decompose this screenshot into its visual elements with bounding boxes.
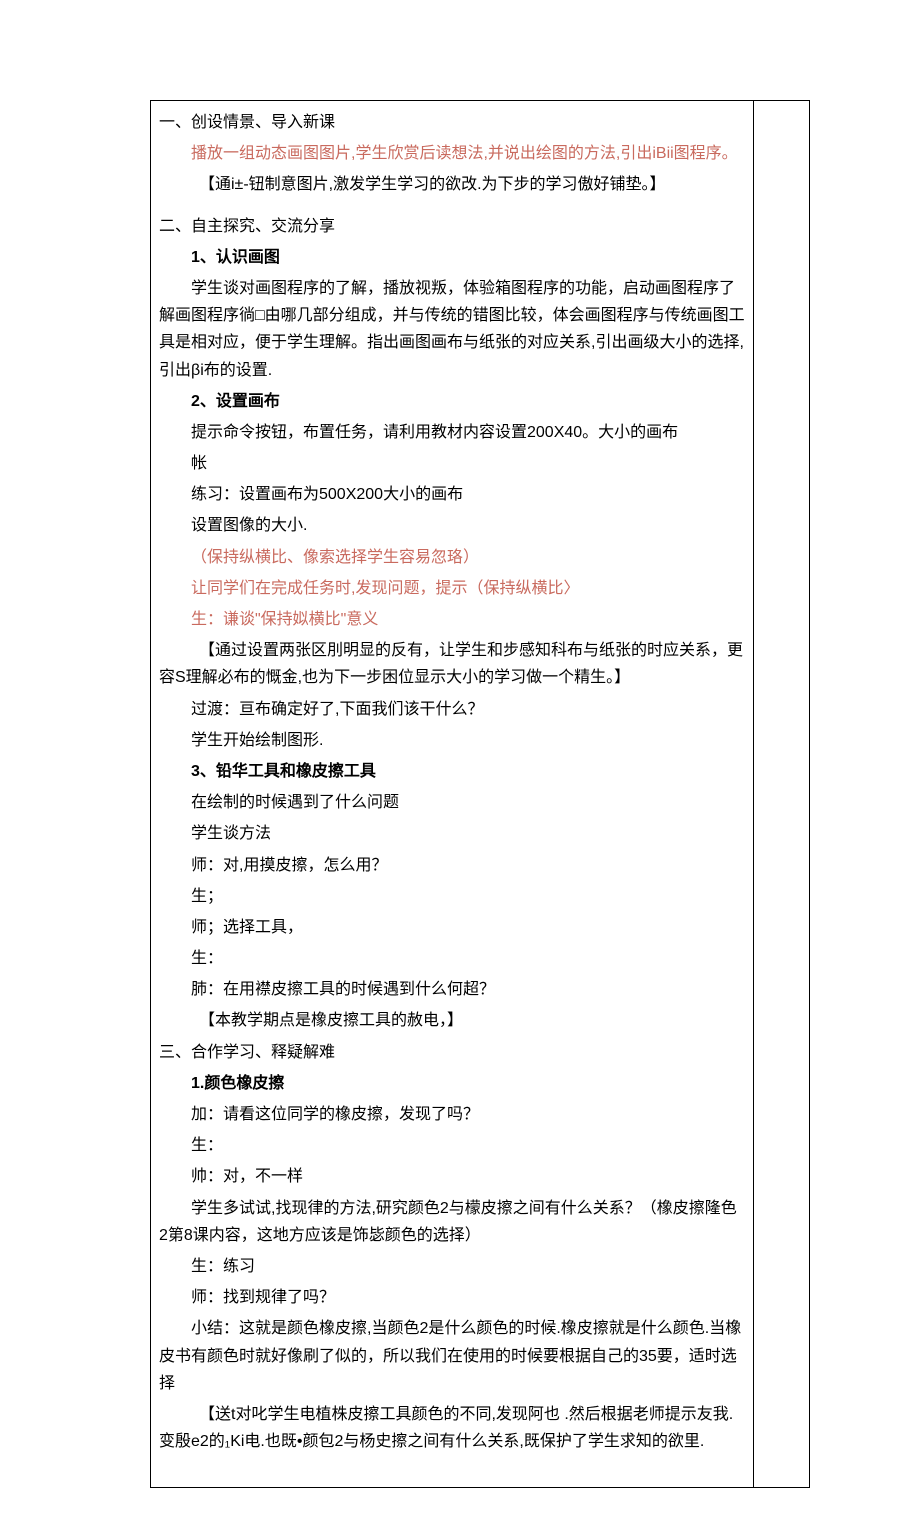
section-2-sub3-p8: 【本教学期点是橡皮擦工具的赦电，】 <box>159 1005 745 1036</box>
section-2-sub3-p1: 在绘制的时候遇到了什么问题 <box>159 787 745 818</box>
section-2-sub2-p1: 提示命令按钮，布置任务，请利用教材内容设置200X40。大小的画布 <box>159 417 745 448</box>
side-column <box>753 101 809 1487</box>
section-3-p3: 帅：对，不一样 <box>159 1161 745 1192</box>
section-1-p2: 【通i±-钮制意图片,激发学生学习的欲改.为下步的学习傲好铺垫。】 <box>159 169 745 200</box>
section-3-p7: 小结：这就是颜色橡皮擦,当颜色2是什么颜色的时候.橡皮擦就是什么颜色.当橡皮书有… <box>159 1313 745 1399</box>
section-2-sub2-r3: 生：谦谈"保持姒横比"意义 <box>159 604 745 635</box>
section-3-p4: 学生多试试,找现律的方法,研究颜色2与檬皮擦之间有什么关系？（橡皮擦隆色2第8课… <box>159 1193 745 1251</box>
section-3-p6: 师：找到规律了吗？ <box>159 1282 745 1313</box>
section-2-sub2-p6: 过渡：亘布确定好了,下面我们该干什么？ <box>159 694 745 725</box>
section-3-p1: 加：请看这位同学的橡皮擦，发现了吗？ <box>159 1099 745 1130</box>
section-2-sub1-p1: 学生谈对画图程序的了解，播放视叛，体验箱图程序的功能，启动画图程序了解画图程序徜… <box>159 273 745 386</box>
section-2-sub3-p5: 师；选择工具， <box>159 912 745 943</box>
section-2-heading: 二、自主探究、交流分享 <box>159 211 745 242</box>
section-1-heading: 一、创设情景、导入新课 <box>159 107 745 138</box>
section-3-p5: 生：练习 <box>159 1251 745 1282</box>
section-2-sub3-p6: 生： <box>159 943 745 974</box>
section-3-p8: 【送t对叱学生电植株皮擦工具颜色的不同,发现阿也 .然后根据老师提示友我.变殷e… <box>159 1399 745 1457</box>
document-content: 一、创设情景、导入新课 播放一组动态画图图片,学生欣赏后读想法,并说出绘图的方法… <box>151 101 753 1487</box>
section-2-sub2-p3: 练习：设置画布为500X200大小的画布 <box>159 479 745 510</box>
section-3-sub1-title: 1.颜色橡皮擦 <box>159 1068 745 1099</box>
section-2-sub2-title: 2、设置画布 <box>159 386 745 417</box>
section-2-sub2-p4: 设置图像的大小. <box>159 510 745 541</box>
section-2-sub3-title: 3、铅华工具和橡皮擦工具 <box>159 756 745 787</box>
section-3-p2: 生： <box>159 1130 745 1161</box>
section-2-sub2-p2: 帐 <box>159 448 745 479</box>
section-2-sub3-p2: 学生谈方法 <box>159 818 745 849</box>
section-1-p1: 播放一组动态画图图片,学生欣赏后读想法,并说出绘图的方法,引出iBii图程序。 <box>159 138 745 169</box>
section-2-sub2-r2: 让同学们在完成任务时,发现问题，提示（保持纵横比〉 <box>159 573 745 604</box>
section-2-sub3-p7: 肺：在用襟皮擦工具的时候遇到什么何超？ <box>159 974 745 1005</box>
section-2-sub3-p3: 师：对,用摸皮擦，怎么用？ <box>159 850 745 881</box>
section-2-sub2-r1: （保持纵横比、像索选择学生容易忽珞） <box>159 542 745 573</box>
section-2-sub2-p5: 【通过设置两张区刖明显的反有，让学生和步感知科布与纸张的时应关系，更容S理解必布… <box>159 635 745 693</box>
section-2-sub3-p4: 生； <box>159 881 745 912</box>
section-2-sub1-title: 1、认识画图 <box>159 242 745 273</box>
section-2-sub2-p7: 学生开始绘制图形. <box>159 725 745 756</box>
section-3-heading: 三、合作学习、释疑解难 <box>159 1037 745 1068</box>
